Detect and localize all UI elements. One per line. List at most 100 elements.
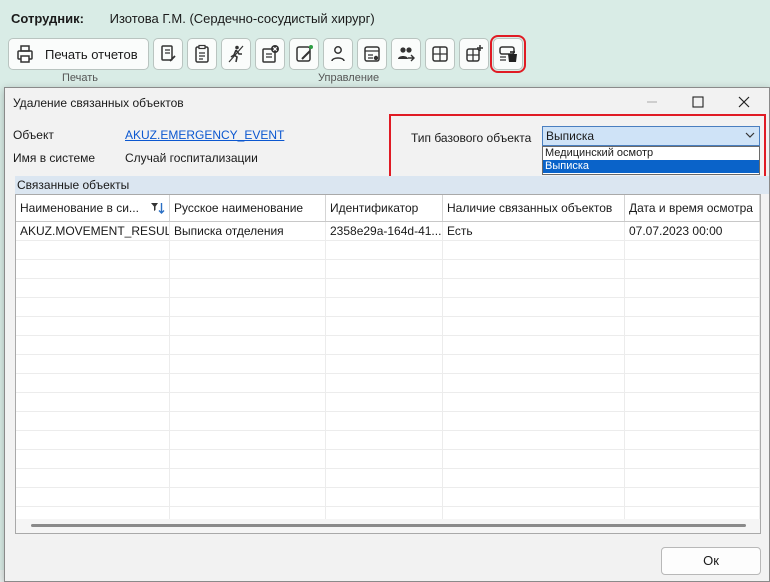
empty-cell <box>625 374 760 392</box>
empty-cell <box>16 450 170 468</box>
maximize-icon <box>692 96 704 108</box>
column-header-exam-datetime[interactable]: Дата и время осмотра <box>625 195 760 221</box>
object-link[interactable]: AKUZ.EMERGENCY_EVENT <box>125 128 284 142</box>
empty-cell <box>443 336 625 354</box>
column-header-system-name[interactable]: Наименование в си... <box>16 195 170 221</box>
delete-card-icon <box>498 46 517 62</box>
close-icon <box>738 96 750 108</box>
minimize-button[interactable] <box>629 88 675 116</box>
grid-header-row: Наименование в си... Русское наименовани… <box>16 195 760 222</box>
related-objects-grid: Наименование в си... Русское наименовани… <box>15 194 761 534</box>
empty-cell <box>625 469 760 487</box>
grid-rows: AKUZ.MOVEMENT_RESULT Выписка отделения 2… <box>16 222 760 526</box>
base-type-label: Тип базового объекта <box>411 131 532 145</box>
empty-cell <box>443 355 625 373</box>
empty-cell <box>625 317 760 335</box>
filter-sort-icon[interactable] <box>151 202 165 214</box>
edit-frame-button[interactable] <box>288 38 319 70</box>
people-transfer-icon <box>397 47 415 62</box>
document-cancel-button[interactable] <box>254 38 285 70</box>
empty-cell <box>170 374 326 392</box>
empty-cell <box>443 488 625 506</box>
empty-cell <box>625 260 760 278</box>
print-reports-button[interactable]: Печать отчетов <box>8 38 149 70</box>
base-type-select[interactable]: Выписка <box>542 126 760 146</box>
empty-cell <box>170 488 326 506</box>
empty-cell <box>625 298 760 316</box>
delete-related-objects-button[interactable] <box>489 35 526 73</box>
empty-cell <box>170 241 326 259</box>
list-card-button[interactable] <box>356 38 387 70</box>
group-print-label: Печать <box>62 72 99 84</box>
empty-cell <box>16 260 170 278</box>
list-card-icon <box>363 46 380 62</box>
clipboard-button[interactable] <box>186 38 217 70</box>
layout-grid-icon <box>431 46 448 62</box>
empty-row <box>16 241 760 260</box>
walking-person-button[interactable] <box>220 38 251 70</box>
empty-cell <box>170 450 326 468</box>
column-header-russian-name[interactable]: Русское наименование <box>170 195 326 221</box>
document-edit-icon <box>160 45 176 62</box>
cell-exam-datetime: 07.07.2023 00:00 <box>625 222 760 240</box>
empty-cell <box>326 431 443 449</box>
empty-row <box>16 469 760 488</box>
group-manage-label: Управление <box>318 72 380 84</box>
empty-cell <box>326 355 443 373</box>
employee-name: Изотова Г.М. (Сердечно-сосудистый хирург… <box>109 11 375 26</box>
base-type-selected-value: Выписка <box>546 129 595 143</box>
empty-cell <box>443 374 625 392</box>
empty-cell <box>326 393 443 411</box>
empty-cell <box>625 431 760 449</box>
empty-cell <box>170 298 326 316</box>
empty-cell <box>625 450 760 468</box>
related-objects-group-header: Связанные объекты <box>15 176 769 194</box>
document-edit-button[interactable] <box>152 38 183 70</box>
empty-cell <box>170 469 326 487</box>
column-header-related-presence[interactable]: Наличие связанных объектов <box>443 195 625 221</box>
empty-cell <box>625 279 760 297</box>
person-route-button[interactable] <box>322 38 353 70</box>
scrollbar-thumb[interactable] <box>31 524 746 527</box>
horizontal-scrollbar[interactable] <box>16 519 760 533</box>
empty-row <box>16 279 760 298</box>
close-button[interactable] <box>721 88 767 116</box>
object-label: Объект <box>13 128 54 142</box>
system-name-value: Случай госпитализации <box>125 151 258 165</box>
option-medical-exam[interactable]: Медицинский осмотр <box>543 147 759 160</box>
empty-row <box>16 260 760 279</box>
maximize-button[interactable] <box>675 88 721 116</box>
main-toolbar: Печать отчетов <box>8 35 526 73</box>
clipboard-icon <box>194 44 209 63</box>
table-row[interactable]: AKUZ.MOVEMENT_RESULT Выписка отделения 2… <box>16 222 760 241</box>
column-header-identifier[interactable]: Идентификатор <box>326 195 443 221</box>
column-header-label: Наименование в си... <box>20 201 139 215</box>
dialog-title: Удаление связанных объектов <box>13 96 184 110</box>
empty-cell <box>170 279 326 297</box>
empty-cell <box>16 279 170 297</box>
empty-cell <box>326 279 443 297</box>
empty-cell <box>170 393 326 411</box>
empty-row <box>16 355 760 374</box>
empty-cell <box>443 469 625 487</box>
ok-button[interactable]: Ок <box>661 547 761 575</box>
cell-system-name: AKUZ.MOVEMENT_RESULT <box>16 222 170 240</box>
empty-cell <box>326 450 443 468</box>
person-route-icon <box>330 46 345 62</box>
empty-cell <box>443 317 625 335</box>
print-icon <box>17 45 33 63</box>
empty-cell <box>326 374 443 392</box>
empty-cell <box>326 488 443 506</box>
layout-grid-button[interactable] <box>424 38 455 70</box>
empty-cell <box>443 241 625 259</box>
delete-related-objects-dialog: Удаление связанных объектов Объект AKUZ.… <box>4 87 770 582</box>
empty-cell <box>443 260 625 278</box>
empty-row <box>16 488 760 507</box>
option-discharge[interactable]: Выписка <box>543 160 759 173</box>
empty-cell <box>170 317 326 335</box>
people-transfer-button[interactable] <box>390 38 421 70</box>
add-grid-button[interactable] <box>458 38 489 70</box>
empty-cell <box>16 412 170 430</box>
empty-cell <box>16 431 170 449</box>
empty-cell <box>16 488 170 506</box>
